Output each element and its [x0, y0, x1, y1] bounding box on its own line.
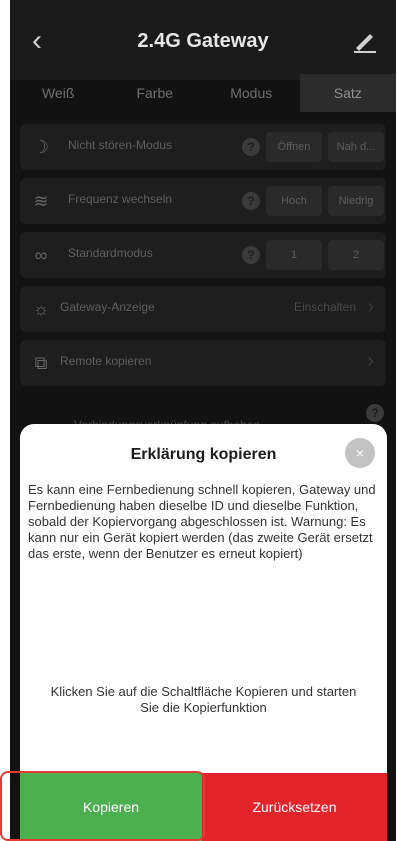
tab-satz[interactable]: Satz: [299, 74, 396, 112]
setting-label: Gateway-Anzeige: [60, 300, 155, 314]
reset-button[interactable]: Zurücksetzen: [202, 773, 387, 841]
tab-farbe[interactable]: Farbe: [107, 74, 204, 112]
setting-row-default-mode: ∞ Standardmodus ? 1 2: [20, 232, 386, 278]
tab-bar: Weiß Farbe Modus Satz: [10, 74, 396, 112]
option-button[interactable]: Nah d...: [328, 132, 384, 162]
setting-label: Standardmodus: [68, 246, 153, 260]
header: ‹ 2.4G Gateway: [10, 0, 396, 80]
dialog-hint: Klicken Sie auf die Schaltfläche Kopiere…: [50, 684, 357, 715]
moon-icon: ☽: [32, 137, 50, 157]
setting-label: Frequenz wechseln: [68, 192, 173, 206]
page-title: 2.4G Gateway: [137, 30, 269, 52]
grid-icon: ∞: [34, 245, 48, 265]
dialog-title: Erklärung kopieren: [130, 446, 277, 463]
option-button[interactable]: 1: [266, 240, 322, 270]
option-button[interactable]: 2: [328, 240, 384, 270]
setting-row-frequency: ≋ Frequenz wechseln ? Hoch Niedrig: [20, 178, 386, 224]
option-button[interactable]: Öffnen: [266, 132, 322, 162]
option-button[interactable]: Niedrig: [328, 186, 384, 216]
setting-row-dnd: ☽ Nicht stören-Modus ? Öffnen Nah d...: [20, 124, 386, 170]
help-icon[interactable]: ?: [242, 138, 260, 156]
chevron-right-icon: ›: [367, 350, 374, 372]
setting-label: Nicht stören-Modus: [68, 138, 173, 152]
help-icon[interactable]: ?: [242, 246, 260, 264]
pencil-icon[interactable]: [352, 26, 378, 54]
setting-value: Einschalten: [293, 300, 356, 314]
tab-weiss[interactable]: Weiß: [10, 74, 107, 112]
highlight-box: [0, 771, 205, 841]
setting-row-gateway-display[interactable]: ☼ Gateway-Anzeige Einschalten ›: [20, 286, 386, 332]
help-icon[interactable]: ?: [242, 192, 260, 210]
setting-label: Remote kopieren: [60, 354, 152, 368]
help-icon[interactable]: ?: [366, 404, 384, 422]
tab-modus[interactable]: Modus: [203, 74, 300, 112]
chevron-right-icon: ›: [367, 296, 374, 318]
setting-row-remote-copy[interactable]: ⧉ Remote kopieren ›: [20, 340, 386, 386]
copy-icon: ⧉: [34, 353, 48, 373]
waves-icon: ≋: [33, 191, 49, 211]
sun-icon: ☼: [32, 299, 50, 319]
close-icon[interactable]: ×: [345, 438, 375, 468]
dialog-description: Es kann eine Fernbedienung schnell kopie…: [28, 482, 376, 561]
option-button[interactable]: Hoch: [266, 186, 322, 216]
